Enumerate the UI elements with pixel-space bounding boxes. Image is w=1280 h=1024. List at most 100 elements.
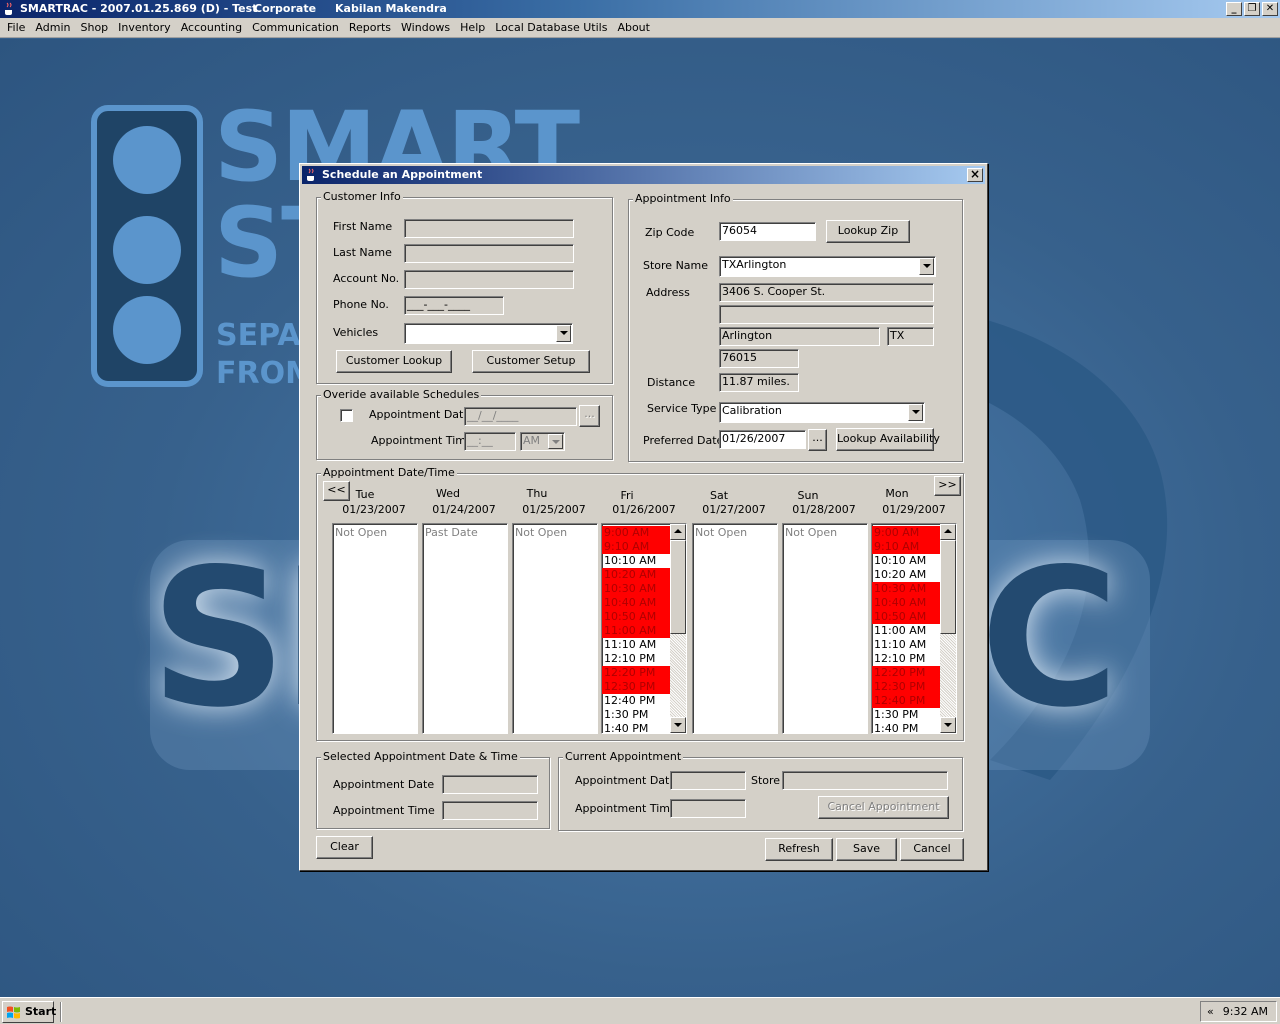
vehicles-label: Vehicles bbox=[333, 326, 379, 339]
time-slot-mon[interactable]: 12:20 PM bbox=[872, 666, 940, 680]
address-zip-field: 76015 bbox=[719, 349, 799, 368]
time-slot-fri[interactable]: 11:00 AM bbox=[602, 624, 670, 638]
time-slot-fri[interactable]: 1:40 PM bbox=[602, 722, 670, 733]
refresh-button[interactable]: Refresh bbox=[765, 838, 833, 861]
time-slot-fri[interactable]: 10:30 AM bbox=[602, 582, 670, 596]
time-slot-fri[interactable]: 10:50 AM bbox=[602, 610, 670, 624]
menu-file[interactable]: File bbox=[2, 21, 30, 34]
taskbar: Start « 9:32 AM bbox=[0, 997, 1280, 1024]
chevron-down-icon[interactable] bbox=[548, 434, 563, 449]
time-slot-mon[interactable]: 10:20 AM bbox=[872, 568, 940, 582]
time-slot-fri[interactable]: 12:20 PM bbox=[602, 666, 670, 680]
scroll-down-icon[interactable] bbox=[940, 717, 956, 733]
menu-reports[interactable]: Reports bbox=[344, 21, 396, 34]
time-slot-mon[interactable]: 9:00 AM bbox=[872, 526, 940, 540]
clear-button[interactable]: Clear bbox=[316, 836, 373, 859]
close-window-button[interactable]: ✕ bbox=[1262, 2, 1278, 16]
scroll-up-icon[interactable] bbox=[670, 524, 686, 540]
time-slot-fri[interactable]: 12:10 PM bbox=[602, 652, 670, 666]
time-slot-mon[interactable]: 1:40 PM bbox=[872, 722, 940, 733]
override-date-picker-button[interactable]: ... bbox=[579, 405, 600, 427]
service-type-dropdown[interactable]: Calibration bbox=[719, 402, 925, 423]
time-slot-mon[interactable]: 12:30 PM bbox=[872, 680, 940, 694]
cancel-appointment-button[interactable]: Cancel Appointment bbox=[818, 796, 949, 819]
time-slot-mon[interactable]: 11:10 AM bbox=[872, 638, 940, 652]
slot-list-sun[interactable]: Not Open bbox=[782, 523, 868, 734]
time-slot-fri[interactable]: 9:00 AM bbox=[602, 526, 670, 540]
menu-admin[interactable]: Admin bbox=[30, 21, 75, 34]
zip-code-input[interactable]: 76054 bbox=[719, 222, 816, 241]
time-slot-mon[interactable]: 10:10 AM bbox=[872, 554, 940, 568]
time-slot-mon[interactable]: 10:30 AM bbox=[872, 582, 940, 596]
time-slot-mon[interactable]: 11:00 AM bbox=[872, 624, 940, 638]
override-time-field[interactable]: __:__ bbox=[464, 432, 516, 451]
restore-button[interactable]: ❐ bbox=[1244, 2, 1260, 16]
slot-list-tue[interactable]: Not Open bbox=[332, 523, 418, 734]
slot-scrollbar-fri[interactable] bbox=[670, 524, 686, 733]
lookup-availability-button[interactable]: Lookup Availability bbox=[836, 428, 940, 451]
slot-list-message: Not Open bbox=[335, 526, 388, 539]
time-slot-fri[interactable]: 10:40 AM bbox=[602, 596, 670, 610]
time-slot-mon[interactable]: 10:40 AM bbox=[872, 596, 940, 610]
menu-shop[interactable]: Shop bbox=[75, 21, 113, 34]
chevron-down-icon[interactable] bbox=[556, 325, 571, 342]
menu-accounting[interactable]: Accounting bbox=[176, 21, 247, 34]
last-name-field[interactable] bbox=[404, 244, 574, 263]
menu-about[interactable]: About bbox=[612, 21, 655, 34]
preferred-date-input[interactable]: 01/26/2007 bbox=[719, 430, 806, 449]
start-button[interactable]: Start bbox=[2, 1001, 56, 1023]
chevron-down-icon[interactable] bbox=[908, 404, 923, 421]
phone-no-field[interactable]: ___-___-____ bbox=[404, 296, 504, 315]
time-slot-fri[interactable]: 10:20 AM bbox=[602, 568, 670, 582]
dialog-close-button[interactable]: × bbox=[967, 168, 983, 182]
slot-scrollbar-mon[interactable] bbox=[940, 524, 956, 733]
preferred-date-picker-button[interactable]: ... bbox=[808, 429, 827, 451]
scroll-thumb[interactable] bbox=[940, 540, 956, 634]
slot-list-wed[interactable]: Past Date bbox=[422, 523, 508, 734]
vehicles-dropdown[interactable] bbox=[404, 323, 573, 344]
app-title-bar: SMARTRAC - 2007.01.25.869 (D) - Test Cor… bbox=[0, 0, 1280, 18]
time-slot-fri[interactable]: 11:10 AM bbox=[602, 638, 670, 652]
override-date-field[interactable]: __/__/____ bbox=[464, 407, 577, 426]
slot-list-mon[interactable]: 9:00 AM 9:10 AM 10:10 AM 10:20 AM 10:30 AM 10… bbox=[871, 523, 957, 734]
customer-setup-button[interactable]: Customer Setup bbox=[472, 350, 590, 373]
account-no-field[interactable] bbox=[404, 270, 574, 289]
time-slot-mon[interactable]: 1:30 PM bbox=[872, 708, 940, 722]
chevron-down-icon[interactable] bbox=[919, 258, 934, 275]
minimize-button[interactable]: _ bbox=[1226, 2, 1242, 16]
first-name-field[interactable] bbox=[404, 219, 574, 238]
slot-list-fri[interactable]: 9:00 AM 9:10 AM 10:10 AM 10:20 AM 10:30 AM 10… bbox=[601, 523, 687, 734]
slot-items-mon: 9:00 AM 9:10 AM 10:10 AM 10:20 AM 10:30 AM 10… bbox=[872, 526, 940, 733]
time-slot-fri[interactable]: 12:30 PM bbox=[602, 680, 670, 694]
cancel-button[interactable]: Cancel bbox=[900, 838, 964, 861]
scroll-thumb[interactable] bbox=[670, 540, 686, 634]
menu-help[interactable]: Help bbox=[455, 21, 490, 34]
scroll-down-icon[interactable] bbox=[670, 717, 686, 733]
day-name-wed: Wed bbox=[436, 487, 460, 500]
scroll-up-icon[interactable] bbox=[940, 524, 956, 540]
time-slot-fri[interactable]: 12:40 PM bbox=[602, 694, 670, 708]
menu-communication[interactable]: Communication bbox=[247, 21, 344, 34]
menu-inventory[interactable]: Inventory bbox=[113, 21, 176, 34]
customer-lookup-button[interactable]: Customer Lookup bbox=[336, 350, 452, 373]
time-slot-mon[interactable]: 12:40 PM bbox=[872, 694, 940, 708]
store-name-dropdown[interactable]: TXArlington bbox=[719, 256, 936, 277]
override-ampm-dropdown[interactable]: AM bbox=[520, 432, 565, 451]
time-slot-mon[interactable]: 12:10 PM bbox=[872, 652, 940, 666]
time-slot-fri[interactable]: 1:30 PM bbox=[602, 708, 670, 722]
time-slot-fri[interactable]: 10:10 AM bbox=[602, 554, 670, 568]
next-week-button[interactable]: >> bbox=[934, 476, 961, 496]
time-slot-mon[interactable]: 10:50 AM bbox=[872, 610, 940, 624]
lookup-zip-button[interactable]: Lookup Zip bbox=[826, 220, 910, 243]
menu-local-database-utils[interactable]: Local Database Utils bbox=[490, 21, 612, 34]
slot-list-thu[interactable]: Not Open bbox=[512, 523, 598, 734]
windows-logo-icon bbox=[7, 1006, 20, 1019]
slot-list-sat[interactable]: Not Open bbox=[692, 523, 778, 734]
menu-windows[interactable]: Windows bbox=[396, 21, 455, 34]
clock[interactable]: 9:32 AM bbox=[1223, 1002, 1268, 1021]
override-checkbox[interactable] bbox=[340, 409, 353, 422]
time-slot-mon[interactable]: 9:10 AM bbox=[872, 540, 940, 554]
tray-expand-icon[interactable]: « bbox=[1207, 1002, 1214, 1021]
time-slot-fri[interactable]: 9:10 AM bbox=[602, 540, 670, 554]
save-button[interactable]: Save bbox=[836, 838, 897, 861]
